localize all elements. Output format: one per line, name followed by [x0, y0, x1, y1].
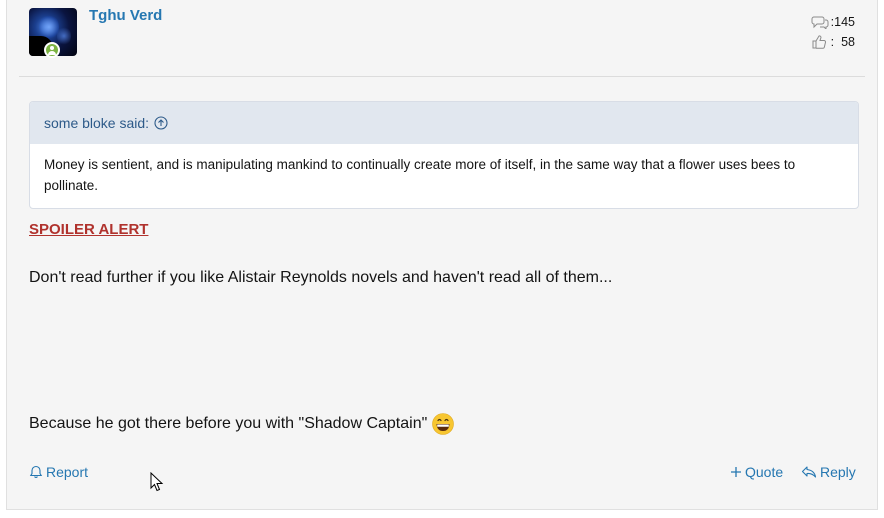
quote-block: some bloke said: Money is sentient, and …	[29, 101, 859, 209]
post-paragraph: Because he got there before you with "Sh…	[29, 413, 455, 435]
plus-icon	[731, 467, 741, 477]
report-button[interactable]: Report	[29, 464, 88, 480]
online-status-icon	[44, 42, 60, 58]
thumbs-up-icon	[812, 35, 826, 49]
messages-icon	[811, 16, 829, 29]
report-label[interactable]: Report	[46, 464, 88, 480]
arrow-up-circle-icon[interactable]	[154, 116, 168, 130]
user-stats: :145 : 58	[811, 12, 855, 52]
reply-button[interactable]: Reply	[801, 464, 856, 480]
post-paragraph: Don't read further if you like Alistair …	[29, 269, 613, 286]
post: Tghu Verd :145 : 58 some bloke said: Mon…	[6, 0, 878, 510]
reply-icon	[801, 466, 817, 478]
username-link[interactable]: Tghu Verd	[89, 7, 162, 24]
quote-label[interactable]: Quote	[745, 464, 783, 480]
quote-text: Money is sentient, and is manipulating m…	[44, 157, 796, 193]
reactions-stat: : 58	[811, 32, 855, 52]
grinning-emoji-icon	[432, 413, 455, 435]
header-divider	[19, 76, 865, 77]
spoiler-alert: SPOILER ALERT	[29, 221, 149, 238]
post-paragraph-text: Because he got there before you with "Sh…	[29, 415, 428, 432]
quote-author[interactable]: some bloke said:	[44, 115, 149, 131]
messages-count: :145	[830, 15, 855, 29]
quote-button[interactable]: Quote	[730, 464, 783, 480]
mouse-cursor-icon	[150, 472, 164, 492]
reactions-count: : 58	[830, 35, 855, 49]
bell-icon	[29, 465, 43, 478]
messages-stat: :145	[811, 12, 855, 32]
quote-attribution[interactable]: some bloke said:	[30, 102, 858, 144]
reply-label[interactable]: Reply	[820, 464, 856, 480]
